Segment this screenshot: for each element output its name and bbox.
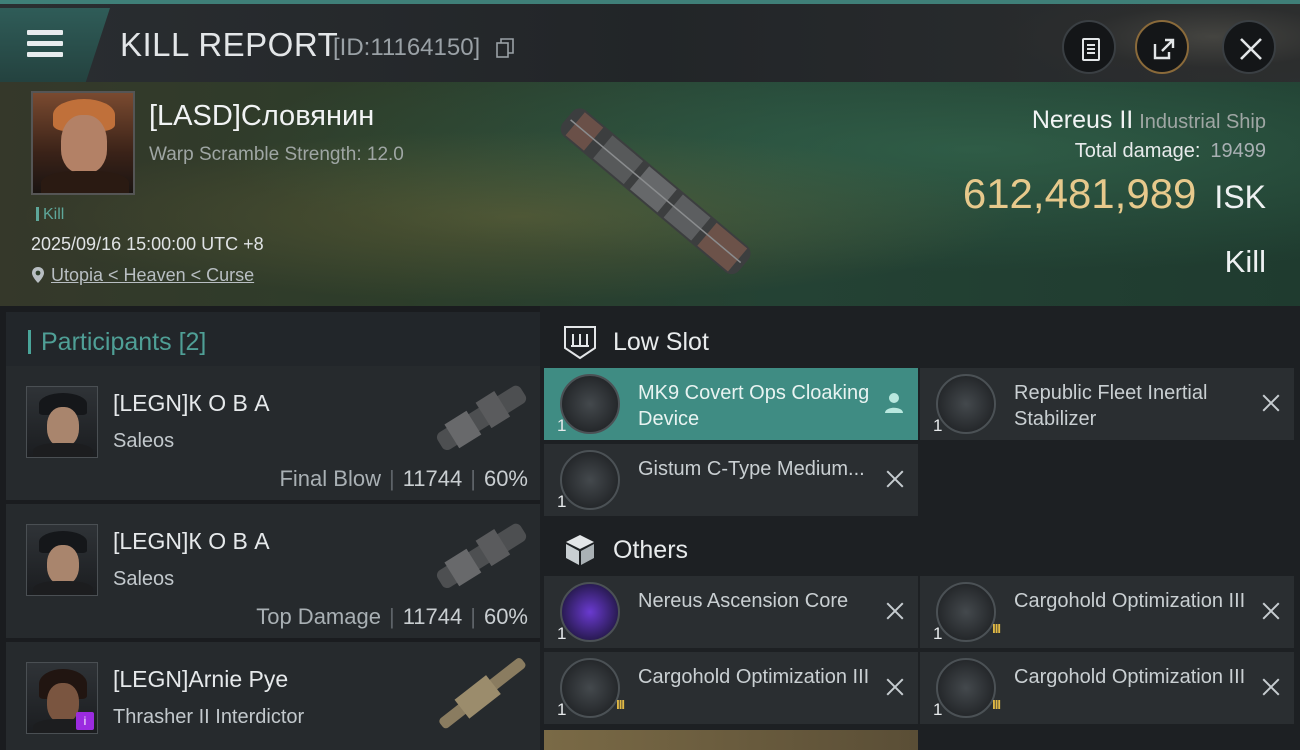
cargohold-rig-icon: III bbox=[936, 582, 1001, 642]
page-title: KILL REPORT bbox=[120, 26, 339, 63]
avatar[interactable]: i bbox=[26, 662, 98, 734]
ship-name[interactable]: Nereus II bbox=[1032, 106, 1133, 134]
avatar[interactable] bbox=[26, 524, 98, 596]
participant-name: [LEGN]Arnie Pye bbox=[113, 666, 289, 692]
ascension-core-icon bbox=[560, 582, 620, 642]
module-item[interactable]: III 1 Cargohold Optimization III bbox=[920, 576, 1294, 648]
share-button[interactable] bbox=[1135, 20, 1189, 74]
module-name: MK9 Covert Ops Cloaking Device bbox=[638, 382, 870, 430]
location-link[interactable]: Utopia < Heaven < Curse bbox=[51, 265, 254, 285]
others-header: Others bbox=[544, 518, 1300, 578]
victim-name[interactable]: [LASD]Словянин bbox=[149, 100, 374, 133]
drone-badge-icon: i bbox=[76, 712, 94, 730]
destroyed-x-icon bbox=[884, 600, 906, 622]
close-icon bbox=[1240, 38, 1262, 60]
clipboard-button[interactable] bbox=[1062, 20, 1116, 74]
low-slot-header: Low Slot bbox=[544, 310, 1300, 370]
participants-count: [2] bbox=[178, 328, 207, 356]
next-item-peek[interactable] bbox=[544, 730, 918, 750]
participant-ship-image bbox=[436, 385, 527, 451]
victim-ship-image bbox=[560, 108, 751, 275]
person-dropped-icon bbox=[885, 393, 903, 413]
share-icon bbox=[1153, 38, 1175, 60]
participant-ship-image bbox=[436, 523, 527, 589]
isk-currency: ISK bbox=[1214, 179, 1266, 215]
victim-portrait[interactable] bbox=[31, 91, 135, 195]
destroyed-x-icon bbox=[884, 676, 906, 698]
participant-ship-image bbox=[439, 658, 526, 729]
clipboard-icon bbox=[1082, 38, 1100, 61]
result-label: Kill bbox=[1224, 244, 1266, 279]
cargohold-rig-icon: III bbox=[936, 658, 1001, 718]
participant-row[interactable]: [LEGN]К О В А Saleos Top Damage | 11744 | 60… bbox=[6, 504, 540, 640]
module-item[interactable]: 1 Republic Fleet Inertial Stabilizer bbox=[920, 368, 1294, 440]
total-damage-value: 19499 bbox=[1210, 140, 1266, 162]
participants-header: Participants [2] bbox=[6, 312, 540, 372]
participant-ship: Saleos bbox=[113, 568, 175, 590]
destroyed-x-icon bbox=[1260, 600, 1282, 622]
destroyed-x-icon bbox=[1260, 392, 1282, 414]
module-item[interactable]: 1 MK9 Covert Ops Cloaking Device bbox=[544, 368, 918, 440]
ship-name-line: Nereus II Industrial Ship bbox=[1032, 106, 1266, 135]
participant-stats: Final Blow | 11744 | 60% bbox=[279, 466, 528, 491]
module-item[interactable]: III 1 Cargohold Optimization III bbox=[544, 652, 918, 724]
module-name: Cargohold Optimization III bbox=[1014, 590, 1246, 612]
module-name: Republic Fleet Inertial Stabilizer bbox=[1014, 382, 1208, 430]
ship-class: Industrial Ship bbox=[1139, 111, 1266, 133]
isk-value: 612,481,989 ISK bbox=[962, 170, 1266, 217]
afterburner-icon bbox=[560, 450, 620, 510]
location-pin-icon bbox=[32, 267, 44, 283]
participant-row[interactable]: i [LEGN]Arnie Pye Thrasher II Interdicto… bbox=[6, 642, 540, 750]
close-button[interactable] bbox=[1222, 20, 1276, 74]
module-item[interactable]: 1 Gistum C-Type Medium... bbox=[544, 444, 918, 516]
destroyed-x-icon bbox=[884, 468, 906, 490]
module-name: Cargohold Optimization III bbox=[1014, 666, 1246, 688]
modules-panel: Low Slot 1 MK9 Covert Ops Cloaking Devic… bbox=[540, 306, 1300, 750]
module-name: Gistum C-Type Medium... bbox=[638, 458, 865, 480]
menu-icon bbox=[27, 30, 63, 58]
menu-button[interactable] bbox=[0, 8, 110, 82]
module-name: Nereus Ascension Core bbox=[638, 590, 849, 612]
participants-panel: Participants [2] [LEGN]К О В А Saleos Fi… bbox=[0, 306, 540, 750]
participant-name: [LEGN]К О В А bbox=[113, 390, 270, 416]
kill-tag: Kill bbox=[36, 206, 64, 224]
low-slot-icon bbox=[564, 326, 596, 360]
module-item[interactable]: III 1 Cargohold Optimization III bbox=[920, 652, 1294, 724]
participant-ship: Thrasher II Interdictor bbox=[113, 706, 305, 728]
participant-ship: Saleos bbox=[113, 430, 175, 452]
warp-scramble-strength: Warp Scramble Strength: 12.0 bbox=[149, 144, 404, 165]
total-damage: Total damage: 19499 bbox=[1074, 140, 1266, 162]
kill-datetime: 2025/09/16 15:00:00 UTC +8 bbox=[31, 234, 264, 254]
cube-icon bbox=[566, 535, 594, 565]
cargohold-rig-icon: III bbox=[560, 658, 625, 718]
kill-report-screen: KILL REPORT [ID:11164150] [LASD]Словянин… bbox=[0, 0, 1300, 750]
header-bar: KILL REPORT [ID:11164150] bbox=[0, 0, 1300, 86]
destroyed-x-icon bbox=[1260, 676, 1282, 698]
participant-stats: Top Damage | 11744 | 60% bbox=[256, 604, 528, 629]
module-name: Cargohold Optimization III bbox=[638, 666, 870, 688]
avatar[interactable] bbox=[26, 386, 98, 458]
cloaking-device-icon bbox=[560, 374, 620, 434]
module-item[interactable]: 1 Nereus Ascension Core bbox=[544, 576, 918, 648]
inertial-stabilizer-icon bbox=[936, 374, 996, 434]
participant-row[interactable]: [LEGN]К О В А Saleos Final Blow | 11744 | 60… bbox=[6, 366, 540, 502]
kill-location[interactable]: Utopia < Heaven < Curse bbox=[31, 265, 254, 286]
participant-name: [LEGN]К О В А bbox=[113, 528, 270, 554]
copy-icon[interactable] bbox=[496, 38, 514, 58]
kill-id: [ID:11164150] bbox=[333, 34, 481, 61]
